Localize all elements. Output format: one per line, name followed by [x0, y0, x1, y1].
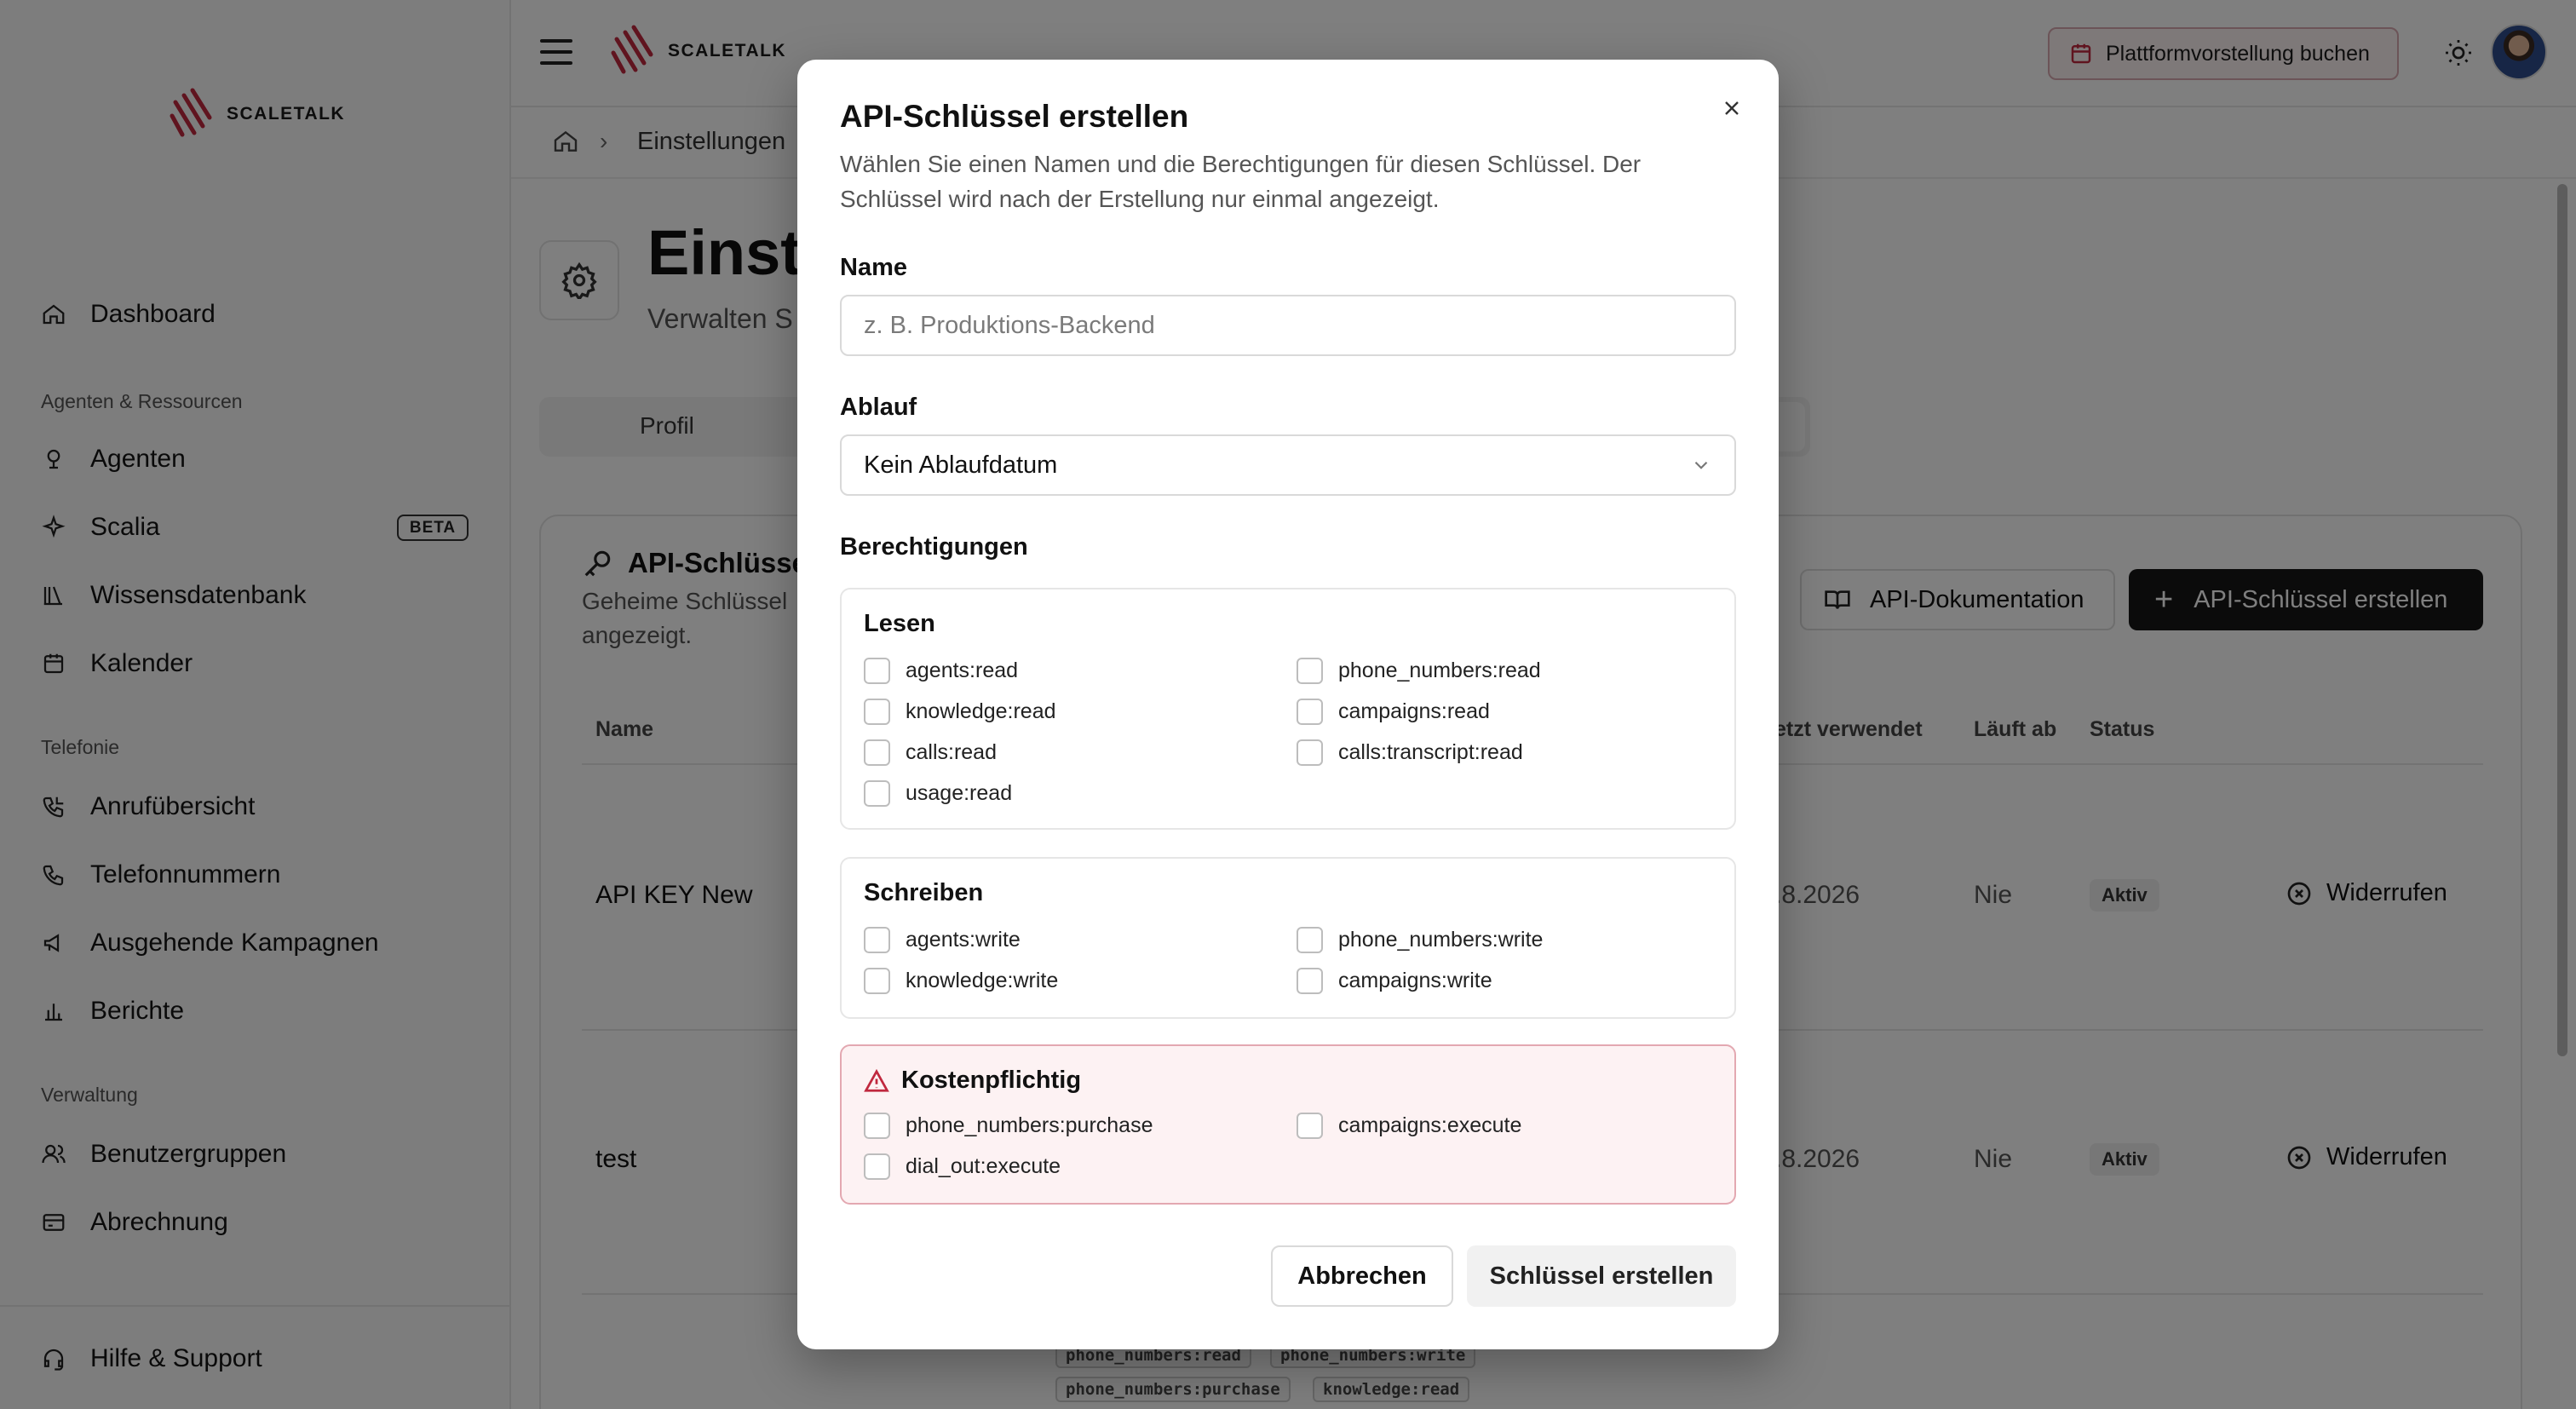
perm-phone-numbers-purchase[interactable]: phone_numbers:purchase	[864, 1113, 1153, 1139]
dialog-title: API-Schlüssel erstellen	[840, 99, 1189, 134]
perm-campaigns-read[interactable]: campaigns:read	[1297, 699, 1490, 725]
close-icon[interactable]	[1717, 94, 1746, 123]
perm-label: phone_numbers:read	[1338, 658, 1541, 682]
group-title: Kostenpflichtig	[864, 1067, 1081, 1095]
warning-icon	[864, 1068, 889, 1092]
checkbox[interactable]	[864, 739, 890, 766]
checkbox[interactable]	[864, 1113, 890, 1139]
checkbox[interactable]	[1297, 658, 1323, 684]
checkbox[interactable]	[1297, 968, 1323, 994]
perm-agents-read[interactable]: agents:read	[864, 658, 1018, 684]
permission-group-write: Schreiben agents:write phone_numbers:wri…	[840, 857, 1736, 1019]
cancel-button[interactable]: Abbrechen	[1271, 1245, 1453, 1307]
perm-label: agents:write	[906, 928, 1021, 952]
perm-label: phone_numbers:write	[1338, 928, 1544, 952]
group-title-text: Kostenpflichtig	[901, 1067, 1082, 1094]
perm-label: campaigns:execute	[1338, 1113, 1522, 1137]
checkbox[interactable]	[864, 927, 890, 953]
checkbox[interactable]	[1297, 739, 1323, 766]
perm-label: usage:read	[906, 781, 1013, 805]
perm-label: knowledge:write	[906, 969, 1059, 992]
expiry-value: Kein Ablaufdatum	[864, 451, 1058, 479]
group-title: Schreiben	[864, 879, 983, 907]
expiry-label: Ablauf	[840, 394, 917, 421]
name-label: Name	[840, 254, 907, 281]
checkbox[interactable]	[1297, 927, 1323, 953]
checkbox[interactable]	[864, 780, 890, 807]
perm-dial-out-execute[interactable]: dial_out:execute	[864, 1153, 1061, 1180]
name-input[interactable]	[840, 295, 1736, 356]
permission-group-read: Lesen agents:read phone_numbers:read kno…	[840, 588, 1736, 830]
checkbox[interactable]	[864, 1153, 890, 1180]
perm-label: calls:read	[906, 740, 997, 764]
dialog-description: Wählen Sie einen Namen und die Berechtig…	[840, 151, 1642, 212]
perm-agents-write[interactable]: agents:write	[864, 927, 1021, 953]
perm-label: agents:read	[906, 658, 1019, 682]
perm-knowledge-read[interactable]: knowledge:read	[864, 699, 1056, 725]
perm-usage-read[interactable]: usage:read	[864, 780, 1012, 807]
expiry-select[interactable]: Kein Ablaufdatum	[840, 434, 1736, 496]
checkbox[interactable]	[864, 658, 890, 684]
group-title: Lesen	[864, 610, 935, 638]
perm-calls-transcript-read[interactable]: calls:transcript:read	[1297, 739, 1523, 766]
checkbox[interactable]	[864, 699, 890, 725]
checkbox[interactable]	[1297, 1113, 1323, 1139]
create-key-button[interactable]: Schlüssel erstellen	[1467, 1245, 1736, 1307]
perm-knowledge-write[interactable]: knowledge:write	[864, 968, 1058, 994]
group-title-text: Lesen	[864, 610, 935, 637]
permissions-label: Berechtigungen	[840, 533, 1028, 561]
perm-label: campaigns:read	[1338, 699, 1490, 723]
perm-phone-numbers-write[interactable]: phone_numbers:write	[1297, 927, 1543, 953]
perm-phone-numbers-read[interactable]: phone_numbers:read	[1297, 658, 1541, 684]
perm-label: dial_out:execute	[906, 1154, 1061, 1178]
group-title-text: Schreiben	[864, 879, 984, 906]
create-api-key-dialog: API-Schlüssel erstellen Wählen Sie einen…	[797, 60, 1779, 1349]
checkbox[interactable]	[1297, 699, 1323, 725]
perm-calls-read[interactable]: calls:read	[864, 739, 997, 766]
perm-label: knowledge:read	[906, 699, 1056, 723]
perm-campaigns-execute[interactable]: campaigns:execute	[1297, 1113, 1521, 1139]
perm-label: phone_numbers:purchase	[906, 1113, 1153, 1137]
checkbox[interactable]	[864, 968, 890, 994]
permission-group-cost: Kostenpflichtig phone_numbers:purchase c…	[840, 1044, 1736, 1205]
perm-campaigns-write[interactable]: campaigns:write	[1297, 968, 1492, 994]
perm-label: calls:transcript:read	[1338, 740, 1523, 764]
chevron-down-icon	[1694, 461, 1708, 469]
perm-label: campaigns:write	[1338, 969, 1492, 992]
